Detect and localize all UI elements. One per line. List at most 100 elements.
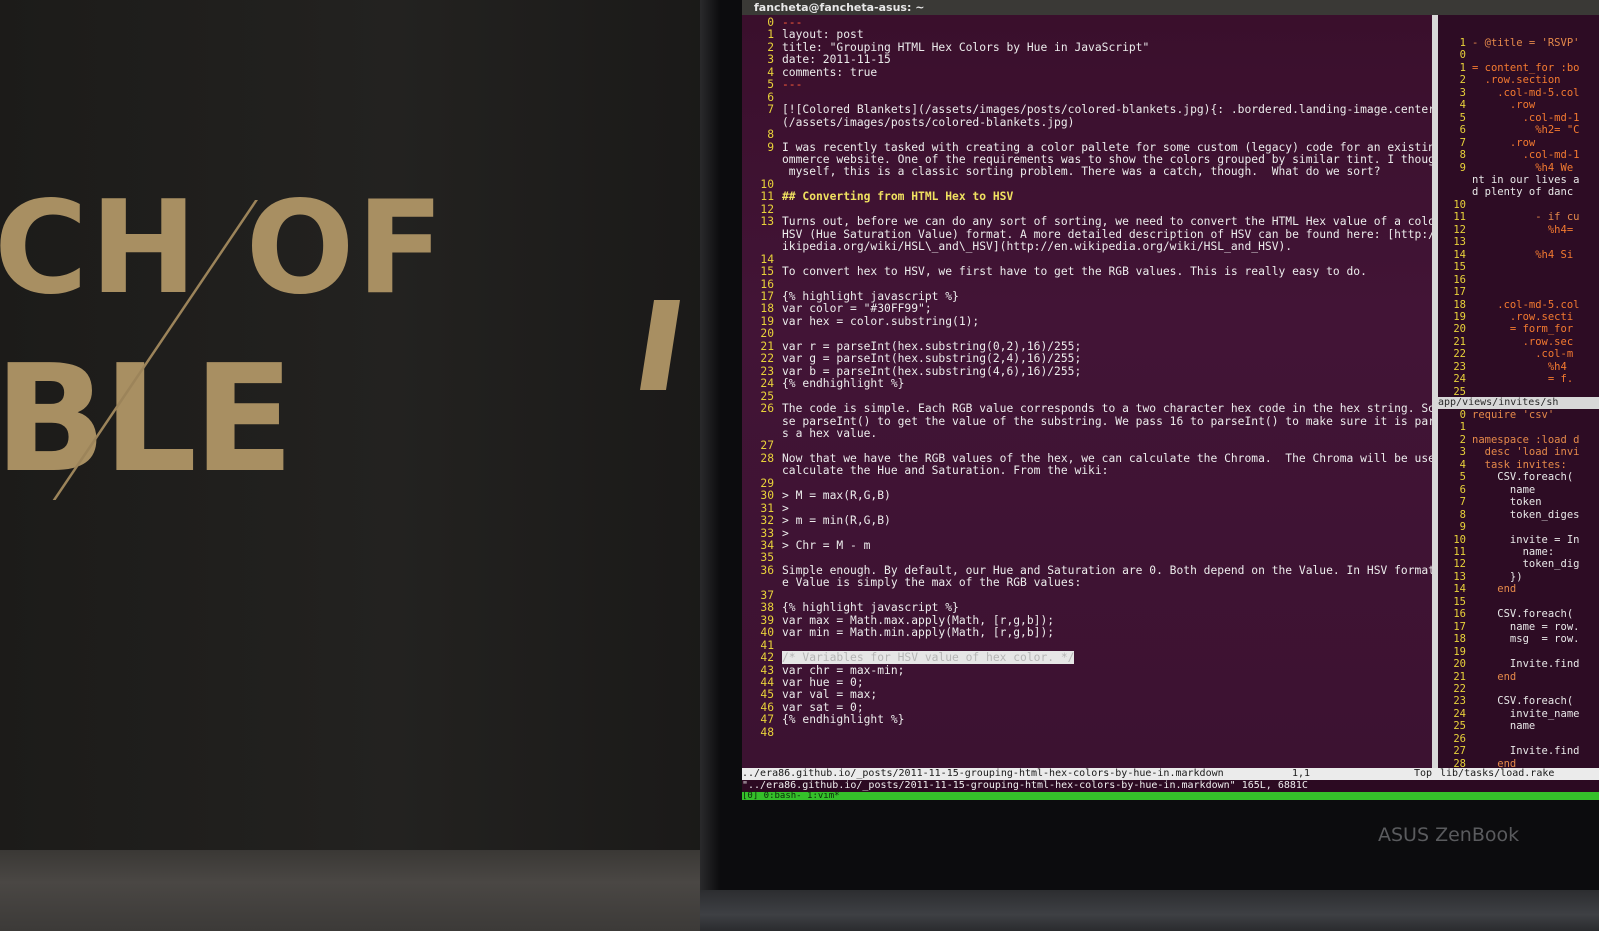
line-text: var max = Math.max.apply(Math, [r,g,b]); [782, 613, 1055, 627]
line-number: 26 [760, 402, 774, 416]
line-text: CSV.foreach( [1472, 608, 1574, 621]
line-text: name [1472, 483, 1536, 496]
line-text: Now that we have the RGB values of the h… [782, 451, 1463, 465]
line-text: = form_for [1472, 323, 1574, 336]
code-line: 14 %h4 Si [1452, 249, 1579, 261]
tmux-status-bar[interactable]: [0] 0:bash- 1:vim* [742, 792, 1599, 800]
line-text: = content_for :bo [1472, 61, 1580, 74]
code-line: e Value is simply the max of the RGB val… [756, 577, 1436, 589]
line-text: /* Variables for HSV value of hex color.… [782, 651, 1075, 665]
line-text: var hex = color.substring(1); [782, 314, 980, 328]
code-line: 24 = f. [1452, 373, 1579, 385]
code-line: 17 name = row. [1452, 621, 1579, 633]
code-line: 25 name [1452, 720, 1579, 732]
line-number: 1 [1459, 421, 1466, 434]
line-text: var b = parseInt(hex.substring(4,6),16)/… [782, 364, 1082, 378]
line-text: Turns out, before we can do any sort of … [782, 215, 1463, 229]
code-line: 10 invite = In [1452, 534, 1579, 546]
vim-command-line: "../era86.github.io/_posts/2011-11-15-gr… [742, 780, 1599, 792]
code-line: 0 require 'csv' [1452, 409, 1579, 421]
line-text: nt in our lives a [1472, 173, 1580, 186]
line-number: 11 [760, 190, 774, 204]
line-text: namespace :load d [1472, 433, 1580, 446]
right-pane-bottom-text[interactable]: 0 require 'csv' 1 2 namespace :load d3 desc … [1452, 409, 1579, 770]
code-line: 3 .col-md-5.col [1452, 87, 1580, 99]
code-line: 4 comments: true [756, 66, 1436, 79]
line-text: .row [1472, 136, 1536, 149]
product-box: CH OF BLE [0, 0, 715, 860]
line-number: 27 [1453, 745, 1466, 758]
line-text: %h4 We [1472, 161, 1574, 174]
code-line: 32 > m = min(R,G,B) [756, 514, 1436, 528]
line-text: .col-md-5.col [1472, 298, 1580, 311]
line-number: 13 [1453, 570, 1466, 583]
line-number: 8 [1459, 508, 1466, 521]
line-text: title: "Grouping HTML Hex Colors by Hue … [782, 40, 1150, 54]
code-line: 16 [1452, 274, 1579, 286]
code-line: 4 .row [1452, 99, 1579, 111]
code-line: 13 [1452, 236, 1579, 248]
code-line: 21 .row.sec [1452, 336, 1579, 348]
code-line: 26 [1452, 733, 1579, 745]
line-text: var sat = 0; [782, 700, 864, 714]
line-number: 22 [1453, 348, 1466, 361]
line-number: 38 [760, 601, 774, 615]
line-number: 11 [1453, 545, 1466, 558]
line-number: 6 [1459, 483, 1466, 496]
line-number: 3 [767, 53, 774, 67]
line-number: 9 [1459, 161, 1466, 174]
line-text: var hue = 0; [782, 676, 864, 690]
line-text: Invite.find [1472, 658, 1580, 671]
code-line: 11 name: [1452, 546, 1579, 558]
line-number: 6 [1459, 124, 1466, 137]
code-line: 12 %h4= [1452, 224, 1579, 236]
line-number: 16 [1453, 608, 1466, 621]
laptop-screen: fancheta@fancheta-asus: ~ 0 --- 1 layout: p… [742, 0, 1599, 800]
code-line: 7 .row [1452, 137, 1579, 149]
bezel-edge [700, 0, 720, 895]
line-text: var min = Math.min.apply(Math, [r,g,b]); [782, 626, 1055, 640]
line-text: date: 2011-11-15 [782, 53, 891, 67]
code-line: 1 - @title = 'RSVP' [1452, 37, 1580, 49]
line-text: token [1472, 496, 1542, 509]
line-number: 1 [1459, 37, 1466, 49]
terminal-title-bar[interactable]: fancheta@fancheta-asus: ~ [742, 0, 1599, 15]
line-number: 15 [1453, 261, 1466, 274]
line-text: {% highlight javascript %} [782, 289, 959, 303]
line-number: 2 [1459, 74, 1466, 87]
line-text: = f. [1472, 373, 1574, 386]
line-text: var r = parseInt(hex.substring(0,2),16)/… [782, 339, 1082, 353]
line-text: --- [782, 78, 803, 92]
vim-right-pane[interactable]: 1- @title = 'RSVP' 0 1 = content_for :bo 2 .… [1438, 15, 1599, 770]
line-text: > m = min(R,G,B) [782, 514, 891, 528]
line-text: %h4 Si [1472, 248, 1574, 261]
code-line: 47 {% endhighlight %} [756, 713, 1436, 726]
right-pane-top-text[interactable]: 1- @title = 'RSVP' 0 1 = content_for :bo 2 .… [1452, 37, 1579, 398]
vim-status-line: ../era86.github.io/_posts/2011-11-15-gro… [742, 768, 1599, 780]
line-text: token_diges [1472, 508, 1580, 521]
line-text: name [1472, 720, 1536, 733]
line-number: 10 [1453, 533, 1466, 546]
line-text: task invites: [1472, 458, 1567, 471]
code-line: 19 .row.secti [1452, 311, 1579, 323]
code-line: 8 token_diges [1452, 508, 1580, 521]
line-text: {% highlight javascript %} [782, 601, 959, 615]
line-text: var color = "#30FF99"; [782, 302, 932, 316]
line-text: var val = max; [782, 688, 878, 702]
line-number: 21 [1453, 335, 1466, 348]
line-number: 20 [1453, 323, 1466, 336]
editor-text[interactable]: 0 --- 1 layout: post 2 title: "Grouping HTML … [756, 16, 1469, 739]
vim-editor-pane[interactable]: 0 --- 1 layout: post 2 title: "Grouping HTML … [742, 15, 1469, 768]
right-pane-status: app/views/invites/sh [1438, 397, 1599, 409]
code-line: ikipedia.org/wiki/HSL\_and\_HSV](http://… [756, 240, 1436, 253]
line-text: }) [1472, 570, 1523, 583]
line-text: end [1472, 670, 1517, 683]
line-number: 32 [760, 514, 774, 528]
line-number: 17 [1453, 620, 1466, 633]
line-text: invite = In [1472, 533, 1580, 546]
code-line: 19 [1452, 646, 1579, 658]
code-line: 22 [1452, 683, 1579, 695]
line-text: se parseInt() to get the value of the su… [782, 414, 1469, 428]
line-number: 19 [1453, 645, 1466, 658]
line-text: .row.section [1472, 74, 1561, 87]
